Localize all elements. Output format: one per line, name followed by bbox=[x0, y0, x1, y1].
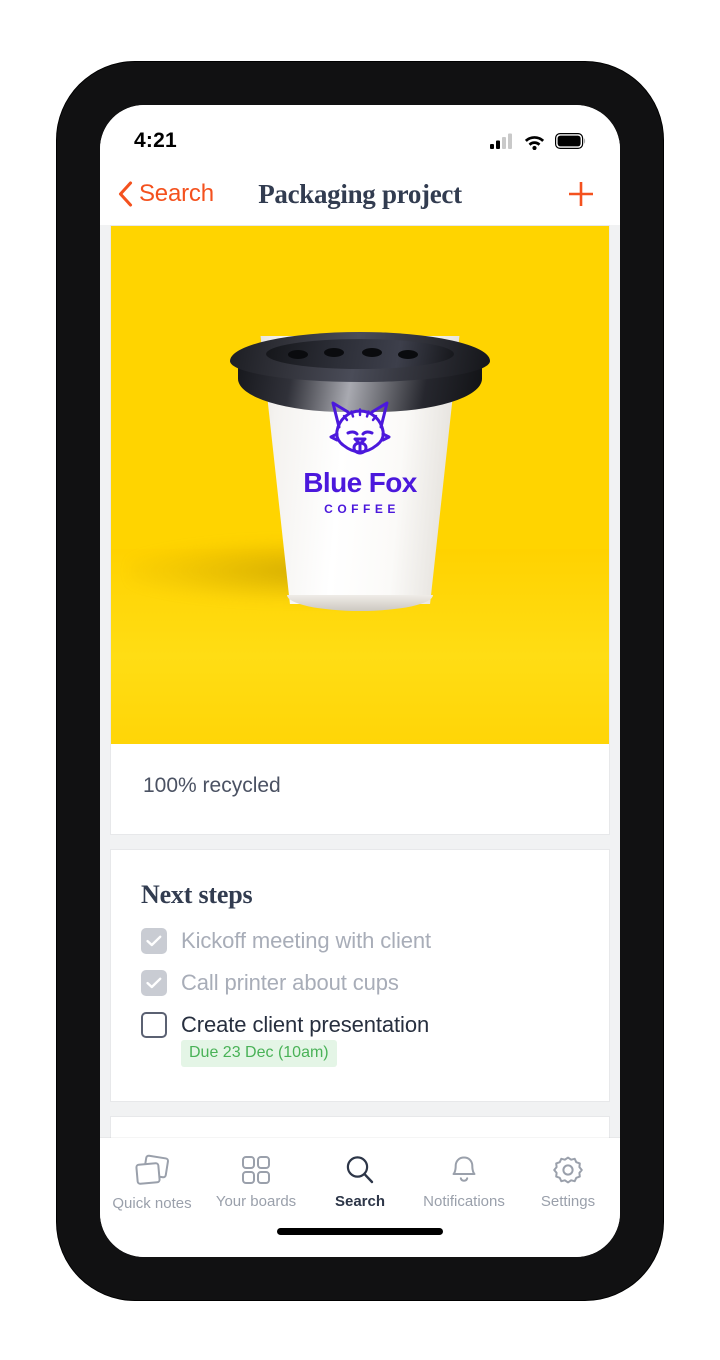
add-button[interactable] bbox=[564, 177, 598, 211]
checklist-item-label: Create client presentation bbox=[181, 1012, 430, 1037]
tab-your-boards[interactable]: Your boards bbox=[204, 1154, 308, 1210]
tab-label: Notifications bbox=[423, 1193, 505, 1210]
lid-hole bbox=[398, 350, 418, 359]
tab-settings[interactable]: Settings bbox=[516, 1154, 620, 1210]
card-next-partial[interactable] bbox=[110, 1116, 610, 1138]
checklist-item[interactable]: Kickoff meeting with client bbox=[141, 928, 579, 954]
lid-hole bbox=[362, 348, 382, 357]
checkbox-checked[interactable] bbox=[141, 970, 167, 996]
tab-notifications[interactable]: Notifications bbox=[412, 1154, 516, 1210]
check-icon bbox=[146, 977, 162, 989]
card-photo[interactable]: Blue Fox COFFEE 100% recycled bbox=[110, 225, 610, 835]
brand-logo: Blue Fox COFFEE bbox=[295, 398, 425, 516]
status-icons bbox=[490, 133, 586, 150]
search-icon bbox=[346, 1156, 374, 1184]
checklist-item[interactable]: Call printer about cups bbox=[141, 970, 579, 996]
photo-image: Blue Fox COFFEE bbox=[111, 226, 609, 744]
chevron-left-icon bbox=[118, 181, 133, 207]
lid-hole bbox=[324, 348, 344, 357]
board-content-scroll[interactable]: Blue Fox COFFEE 100% recycled Next steps bbox=[100, 225, 620, 1138]
plus-icon bbox=[569, 182, 593, 206]
battery-icon bbox=[555, 133, 586, 149]
cellular-signal-icon bbox=[490, 133, 512, 149]
checklist-item-label: Call printer about cups bbox=[181, 970, 399, 995]
card-next-steps[interactable]: Next steps Kickoff meeting with client C… bbox=[110, 849, 610, 1102]
status-bar: 4:21 bbox=[100, 105, 620, 163]
back-button[interactable]: Search bbox=[118, 180, 214, 208]
phone-screen: 4:21 Search Packaging project Blue Fox C… bbox=[100, 105, 620, 1257]
notes-stack-icon bbox=[135, 1154, 169, 1185]
grid-boards-icon bbox=[242, 1156, 270, 1184]
lid-hole bbox=[288, 350, 308, 359]
next-steps-title: Next steps bbox=[141, 880, 253, 909]
due-date-wrapper: Due 23 Dec (10am) bbox=[181, 1040, 579, 1067]
due-date-badge[interactable]: Due 23 Dec (10am) bbox=[181, 1040, 337, 1067]
gear-icon bbox=[553, 1156, 583, 1184]
tab-label: Quick notes bbox=[112, 1195, 192, 1212]
lid-inner-well bbox=[266, 339, 454, 369]
checkbox-checked[interactable] bbox=[141, 928, 167, 954]
photo-caption: 100% recycled bbox=[143, 774, 281, 797]
checkbox-unchecked[interactable] bbox=[141, 1012, 167, 1038]
status-time: 4:21 bbox=[134, 129, 177, 152]
fox-head-icon bbox=[329, 401, 391, 455]
tab-quick-notes[interactable]: Quick notes bbox=[100, 1154, 204, 1212]
bell-icon bbox=[452, 1156, 476, 1182]
home-indicator[interactable] bbox=[277, 1228, 443, 1235]
wifi-icon bbox=[524, 135, 545, 150]
checklist-item-label: Kickoff meeting with client bbox=[181, 928, 432, 953]
back-button-label: Search bbox=[139, 180, 214, 207]
tab-label: Settings bbox=[540, 1193, 596, 1210]
bottom-tab-bar: Quick notes Your boards Search Notificat… bbox=[100, 1138, 620, 1257]
coffee-cup: Blue Fox COFFEE bbox=[230, 332, 490, 611]
checklist-item[interactable]: Create client presentation bbox=[141, 1012, 579, 1038]
tab-label: Your boards bbox=[215, 1193, 297, 1210]
logo-subtitle: COFFEE bbox=[324, 502, 400, 516]
phone-device-frame: 4:21 Search Packaging project Blue Fox C… bbox=[57, 62, 663, 1300]
navigation-bar: Search Packaging project bbox=[100, 163, 620, 225]
check-icon bbox=[146, 935, 162, 947]
logo-name: Blue Fox bbox=[303, 467, 417, 498]
tab-label: Search bbox=[334, 1193, 386, 1210]
tab-search[interactable]: Search bbox=[308, 1154, 412, 1210]
